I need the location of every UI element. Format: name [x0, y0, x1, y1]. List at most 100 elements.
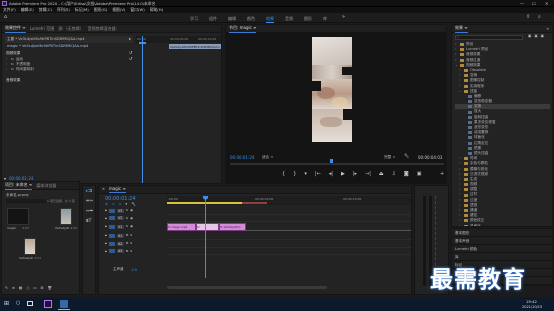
- track-header[interactable]: 🔒︎ V2 ⇋ ◉: [105, 215, 165, 223]
- clip-thumbnail[interactable]: [60, 208, 72, 225]
- zoom-slider-icon[interactable]: ○: [26, 286, 29, 291]
- clip-thumbnail[interactable]: [7, 208, 29, 225]
- track-target[interactable]: [108, 241, 115, 246]
- track-header[interactable]: 🔒︎ A3 M S: [105, 248, 165, 256]
- program-timecode[interactable]: 00:00:01:24: [230, 155, 254, 160]
- mute-icon[interactable]: M: [126, 234, 129, 237]
- search-icon[interactable]: ⌕: [538, 15, 541, 20]
- share-icon[interactable]: ⇪: [526, 15, 530, 20]
- step-forward-icon[interactable]: |▸: [353, 172, 357, 177]
- workspace-tab[interactable]: 组件: [209, 16, 217, 22]
- mark-out-icon[interactable]: }: [293, 172, 296, 177]
- track-target[interactable]: [108, 208, 115, 213]
- minimize-button[interactable]: —: [520, 1, 524, 6]
- taskbar-clock[interactable]: 19:42: [526, 299, 537, 304]
- workspace-more-icon[interactable]: »: [342, 15, 345, 20]
- timeline-playhead[interactable]: [205, 196, 206, 278]
- go-to-out-icon[interactable]: →|: [365, 172, 371, 177]
- extract-icon[interactable]: ⇩: [392, 172, 396, 177]
- insert-nest-icon[interactable]: ⋔: [105, 202, 108, 207]
- workspace-tab[interactable]: 图形: [304, 16, 312, 22]
- home-icon[interactable]: ⌂: [4, 15, 7, 20]
- 32bit-effects-icon[interactable]: ▣: [534, 34, 537, 39]
- program-playhead[interactable]: [330, 159, 333, 163]
- icon-view-icon[interactable]: ▦: [19, 286, 22, 291]
- razor-tool-icon[interactable]: ✂︎: [90, 199, 94, 208]
- workspace-tab[interactable]: 库: [323, 16, 327, 22]
- tab-program[interactable]: 节目: magic ≡: [229, 25, 256, 33]
- filter-icon[interactable]: ▾: [4, 176, 6, 181]
- go-to-in-icon[interactable]: |←: [315, 172, 321, 177]
- workspace-tab[interactable]: 音频: [285, 16, 293, 22]
- eye-icon[interactable]: ◉: [130, 209, 133, 212]
- workspace-tab[interactable]: 学习: [190, 16, 198, 22]
- new-bin-icon[interactable]: ▭: [33, 286, 36, 291]
- track-header[interactable]: 🔒︎ A1 M S: [105, 231, 165, 240]
- pen-tool-icon[interactable]: ✒︎: [90, 209, 94, 218]
- add-button-icon[interactable]: +: [440, 172, 444, 177]
- taskbar-date[interactable]: 2021/10/15: [522, 305, 542, 309]
- lock-icon[interactable]: 🔒︎: [105, 208, 107, 212]
- write-protect-icon[interactable]: ✎: [5, 286, 8, 291]
- panel-menu-icon[interactable]: »: [547, 26, 549, 31]
- timeline-settings-icon[interactable]: 🔧︎: [131, 202, 135, 207]
- timeline-clip[interactable]: fxmagic.mp4: [167, 222, 196, 231]
- tab-project-1[interactable]: 媒体浏览器: [36, 183, 56, 189]
- step-back-icon[interactable]: ◂|: [329, 172, 333, 177]
- comparison-view-icon[interactable]: ▣: [417, 172, 422, 177]
- solo-icon[interactable]: S: [130, 242, 132, 245]
- accelerated-effects-icon[interactable]: ▣: [528, 34, 531, 39]
- workspace-tab[interactable]: 效果: [266, 16, 274, 23]
- solo-icon[interactable]: S: [130, 249, 132, 253]
- maximize-button[interactable]: ☐: [532, 1, 536, 6]
- lift-icon[interactable]: ⏏: [379, 172, 384, 177]
- program-scrub-bar[interactable]: [230, 163, 444, 165]
- quality-select[interactable]: 完整 ▾: [384, 155, 395, 160]
- tab-project-0[interactable]: 项目: 未命名 ≡: [5, 182, 32, 190]
- lock-icon[interactable]: 🔒︎: [105, 224, 107, 228]
- track-target[interactable]: [108, 224, 115, 229]
- tab-source-0[interactable]: 效果控件 ≡: [5, 25, 26, 33]
- add-marker-icon[interactable]: ▾: [304, 172, 307, 177]
- windows-start-icon[interactable]: ⊞: [4, 301, 9, 307]
- track-target[interactable]: [108, 233, 115, 238]
- close-button[interactable]: ✕: [545, 1, 548, 6]
- chevron-icon[interactable]: ⌄: [459, 89, 462, 94]
- effects-search-input[interactable]: ⌕: [455, 35, 523, 40]
- video-frame[interactable]: [312, 37, 352, 142]
- workspace-tab[interactable]: 颜色: [247, 16, 255, 22]
- trash-icon[interactable]: 🗑︎: [48, 286, 52, 291]
- play-clip-icon[interactable]: ▸: [129, 37, 131, 41]
- lock-icon[interactable]: 🔒︎: [105, 241, 107, 245]
- taskbar-task-view-icon[interactable]: [27, 301, 33, 306]
- project-item[interactable]: magic 4:03: [7, 208, 29, 230]
- sync-lock-icon[interactable]: ⇋: [126, 216, 129, 220]
- effects-tree-item[interactable]: › 风格化: [455, 224, 550, 226]
- track-select-tool-icon[interactable]: ⇉: [88, 189, 92, 198]
- mini-clip-bar[interactable]: Ve3LdjxkMo9tIPBTlnSDRfMlQAA.mp4: [169, 44, 221, 49]
- fx-badge-icon[interactable]: fx: [11, 68, 14, 71]
- new-item-icon[interactable]: ⊞: [41, 286, 44, 291]
- chevron-icon[interactable]: ⌄: [455, 63, 458, 68]
- tab-source-1[interactable]: Lumetri 范围: [30, 26, 55, 32]
- lock-icon[interactable]: 🔒︎: [105, 216, 107, 220]
- workspace-tab[interactable]: 编辑: [228, 16, 236, 22]
- lock-icon[interactable]: 🔒︎: [105, 233, 107, 237]
- solo-icon[interactable]: S: [130, 234, 132, 237]
- reset-icon-2[interactable]: ↺: [129, 57, 132, 61]
- sync-lock-icon[interactable]: ⇋: [126, 209, 129, 212]
- add-marker-icon[interactable]: ▾: [125, 202, 127, 207]
- mini-playhead[interactable]: [142, 36, 143, 183]
- track-target[interactable]: [108, 249, 115, 254]
- eye-icon[interactable]: ◉: [130, 225, 133, 228]
- project-item[interactable]: Ve3LdjxkMo9t...9:29: [55, 208, 77, 230]
- tab-source-3[interactable]: 音频剪辑混合器:: [88, 26, 117, 32]
- tab-sequence[interactable]: magic ≡: [109, 186, 126, 193]
- mute-icon[interactable]: M: [126, 242, 129, 245]
- chevron-icon[interactable]: ›: [459, 224, 462, 226]
- mute-icon[interactable]: M: [126, 249, 129, 253]
- collapsed-panel-header[interactable]: 基本图形: [452, 229, 552, 237]
- timeline-clip[interactable]: fxVe3Ldjxk[V]: [219, 222, 246, 231]
- reset-icon[interactable]: ↺: [129, 51, 132, 55]
- effect-control-item[interactable]: › fx 时间重映射: [6, 67, 131, 72]
